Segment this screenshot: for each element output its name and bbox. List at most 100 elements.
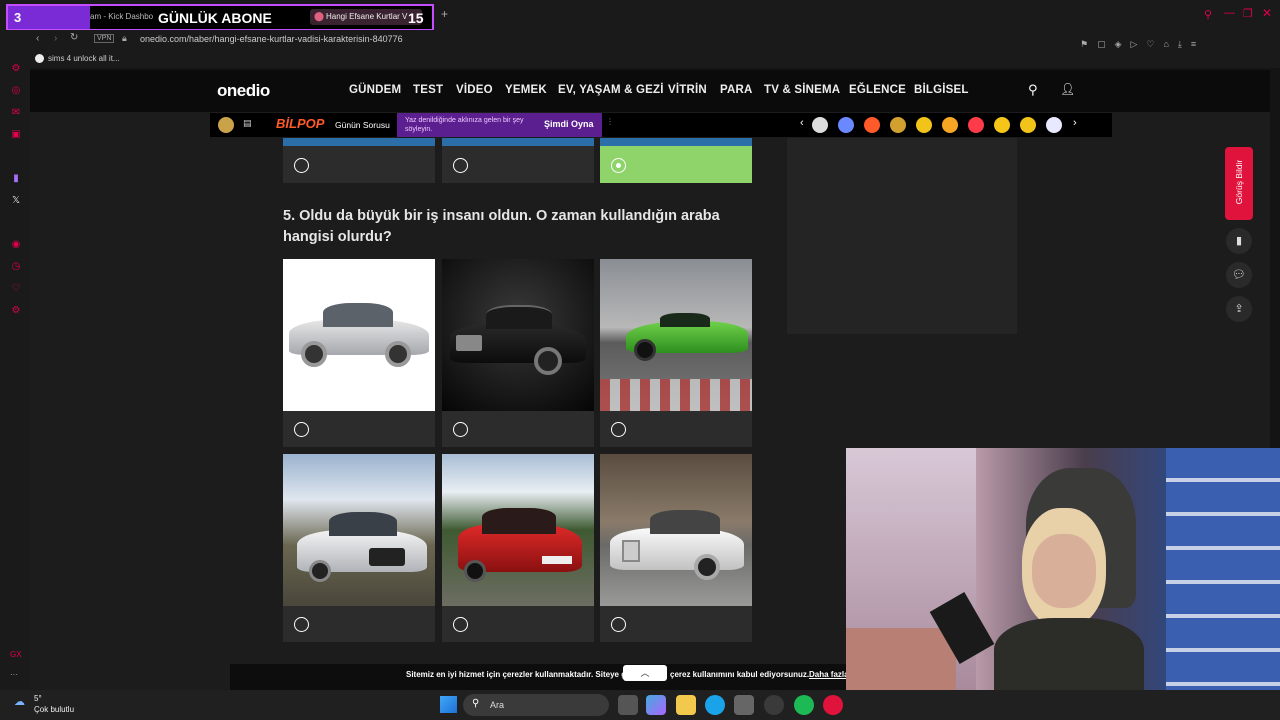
- carousel-item-7[interactable]: [968, 117, 984, 133]
- nav-para[interactable]: PARA: [720, 84, 753, 96]
- url-field[interactable]: onedio.com/haber/hangi-efsane-kurtlar-va…: [140, 34, 403, 44]
- answer-option-audi[interactable]: [283, 454, 435, 642]
- radio-button[interactable]: [611, 617, 626, 632]
- close-icon[interactable]: ✕: [1262, 6, 1272, 20]
- nav-eglence[interactable]: EĞLENCE: [849, 84, 906, 96]
- prev-option-1[interactable]: [283, 138, 435, 183]
- chevron-left-icon[interactable]: ‹: [800, 117, 804, 129]
- radio-button[interactable]: [453, 422, 468, 437]
- toolbar-icons[interactable]: ⚑▢◈▷♡⌂⤓≡: [1080, 39, 1205, 49]
- tab-title: Hangi Efsane Kurtlar V: [326, 12, 408, 21]
- reload-icon[interactable]: ↻: [70, 32, 78, 43]
- radio-button-selected[interactable]: [611, 158, 626, 173]
- edge-icon[interactable]: [705, 695, 725, 715]
- maximize-icon[interactable]: ❐: [1243, 7, 1253, 20]
- webcam-feed: [846, 448, 1280, 690]
- chevron-right-icon[interactable]: ›: [1073, 117, 1077, 129]
- start-icon[interactable]: [440, 696, 457, 713]
- radio-button[interactable]: [294, 617, 309, 632]
- nav-video[interactable]: VİDEO: [456, 84, 493, 96]
- car-image-bmw: [283, 259, 435, 411]
- car-image-maybach: [442, 259, 594, 411]
- radio-button[interactable]: [453, 617, 468, 632]
- message-icon[interactable]: ▤: [243, 118, 252, 129]
- vpn-badge[interactable]: VPN: [94, 34, 115, 43]
- nav-yemek[interactable]: YEMEK: [505, 84, 547, 96]
- car-image-golf: [442, 454, 594, 606]
- radio-button[interactable]: [611, 422, 626, 437]
- carousel-item-10[interactable]: [1046, 117, 1062, 133]
- task-view-icon[interactable]: [618, 695, 638, 715]
- feedback-button[interactable]: Görüş Bildir: [1225, 147, 1253, 220]
- address-bar-row: ‹ › ↻ VPN 🔒︎ onedio.com/haber/hangi-efsa…: [0, 30, 1280, 50]
- carousel-item-9[interactable]: [1020, 117, 1036, 133]
- google-icon: [35, 54, 44, 63]
- minimize-icon[interactable]: —: [1224, 7, 1235, 19]
- search-box[interactable]: ⚲ Ara: [463, 694, 609, 716]
- carousel-item-6[interactable]: [942, 117, 958, 133]
- prev-option-3-selected[interactable]: [600, 138, 752, 183]
- copilot-icon[interactable]: [646, 695, 666, 715]
- more-icon[interactable]: ···: [10, 670, 18, 679]
- user-icon[interactable]: 👤︎: [1060, 82, 1075, 96]
- lock-icon: 🔒︎: [122, 33, 127, 43]
- back-icon[interactable]: ‹: [36, 33, 39, 44]
- site-logo[interactable]: onedio: [217, 81, 270, 101]
- feedback-label: Görüş Bildir: [1234, 159, 1244, 205]
- carousel-item-1[interactable]: [812, 117, 828, 133]
- bookmark-item[interactable]: sims 4 unlock all it...: [48, 54, 120, 63]
- comment-icon[interactable]: 💬︎: [1226, 262, 1252, 288]
- tab-kick[interactable]: am - Kick Dashbo: [90, 12, 153, 21]
- tab-active[interactable]: ⬤ Hangi Efsane Kurtlar V: [310, 9, 422, 25]
- nav-test[interactable]: TEST: [413, 84, 443, 96]
- overlay-subs-label: GÜNLÜK ABONE: [158, 10, 272, 26]
- answer-option-rolls-royce[interactable]: [600, 454, 752, 642]
- bookmark-icon[interactable]: ▮: [1226, 228, 1252, 254]
- share-icon[interactable]: ⇪: [1226, 296, 1252, 322]
- nav-vitrin[interactable]: VİTRİN: [668, 84, 707, 96]
- search-icon[interactable]: ⚲: [1028, 82, 1038, 98]
- overlay-subs-count: 15: [408, 10, 424, 26]
- chevron-up-icon[interactable]: ︿: [623, 665, 667, 681]
- bookmarks-bar: sims 4 unlock all it...: [0, 50, 1280, 68]
- weather-icon[interactable]: ☁: [14, 695, 25, 708]
- new-tab-icon[interactable]: +: [441, 7, 448, 21]
- car-image-rolls-royce: [600, 454, 752, 606]
- carousel-item-8[interactable]: [994, 117, 1010, 133]
- daily-question-label: Günün Sorusu: [335, 120, 390, 130]
- radio-button[interactable]: [294, 422, 309, 437]
- answer-option-bmw[interactable]: [283, 259, 435, 447]
- spotify-icon[interactable]: [794, 695, 814, 715]
- search-icon[interactable]: ⚲: [1204, 8, 1212, 21]
- weather-text: Çok bulutlu: [34, 705, 75, 714]
- radio-button[interactable]: [453, 158, 468, 173]
- radio-button[interactable]: [294, 158, 309, 173]
- sidebar-icons[interactable]: ⚙ ◎ ✉ ▣ ▮ 𝕏 ◉ ◷ ♡ ⚙: [10, 58, 22, 322]
- store-icon[interactable]: [734, 695, 754, 715]
- file-explorer-icon[interactable]: [676, 695, 696, 715]
- nav-tv-sinema[interactable]: TV & SİNEMA: [764, 84, 840, 96]
- promo-box[interactable]: Yaz denildiğinde aklınıza gelen bir şey …: [397, 113, 602, 137]
- nav-ev-yasam[interactable]: EV, YAŞAM & GEZİ: [558, 84, 664, 96]
- cookie-more-link[interactable]: Daha fazla: [809, 670, 849, 679]
- prev-option-2[interactable]: [442, 138, 594, 183]
- carousel-item-4[interactable]: [890, 117, 906, 133]
- nav-gundem[interactable]: GÜNDEM: [349, 84, 401, 96]
- steam-icon[interactable]: [764, 695, 784, 715]
- play-now-button[interactable]: Şimdi Oyna: [544, 119, 594, 129]
- emoji-icon[interactable]: [218, 117, 234, 133]
- gx-icon[interactable]: GX: [10, 650, 22, 659]
- taskbar: ☁ 5° Çok bulutlu ⚲ Ara: [0, 690, 1280, 720]
- answer-option-lamborghini[interactable]: [600, 259, 752, 447]
- browser-sidebar: ⚙ ◎ ✉ ▣ ▮ 𝕏 ◉ ◷ ♡ ⚙ GX ···: [0, 63, 30, 690]
- bilpop-logo[interactable]: BİLPOP: [276, 116, 324, 131]
- answer-option-golf[interactable]: [442, 454, 594, 642]
- answer-option-maybach[interactable]: [442, 259, 594, 447]
- opera-gx-icon[interactable]: [823, 695, 843, 715]
- carousel-item-2[interactable]: [838, 117, 854, 133]
- nav-bilgisel[interactable]: BİLGİSEL: [914, 84, 969, 96]
- dots-icon: ⋮: [606, 117, 614, 126]
- carousel-item-5[interactable]: [916, 117, 932, 133]
- forward-icon[interactable]: ›: [54, 33, 57, 44]
- carousel-item-3[interactable]: [864, 117, 880, 133]
